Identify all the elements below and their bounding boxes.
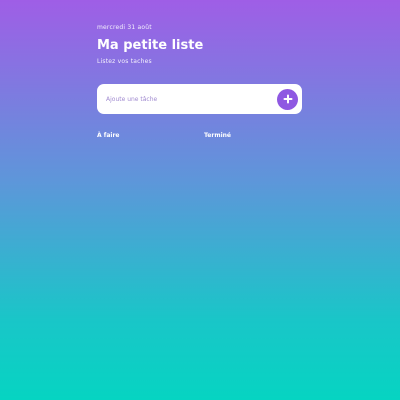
date-label: mercredi 31 août xyxy=(97,24,152,31)
add-task-bar xyxy=(97,84,302,114)
page-subtitle: Listez vos taches xyxy=(97,58,152,65)
header: mercredi 31 août Ma petite liste Listez … xyxy=(97,24,307,66)
plus-icon xyxy=(283,94,292,104)
app-screen: mercredi 31 août Ma petite liste Listez … xyxy=(0,0,400,400)
tab-todo[interactable]: À faire xyxy=(97,132,119,140)
task-tabs: À faire Terminé xyxy=(97,132,307,142)
add-task-button[interactable] xyxy=(277,88,298,110)
page-title: Ma petite liste xyxy=(97,38,204,53)
tab-done[interactable]: Terminé xyxy=(204,132,231,140)
add-task-input[interactable] xyxy=(106,95,277,103)
